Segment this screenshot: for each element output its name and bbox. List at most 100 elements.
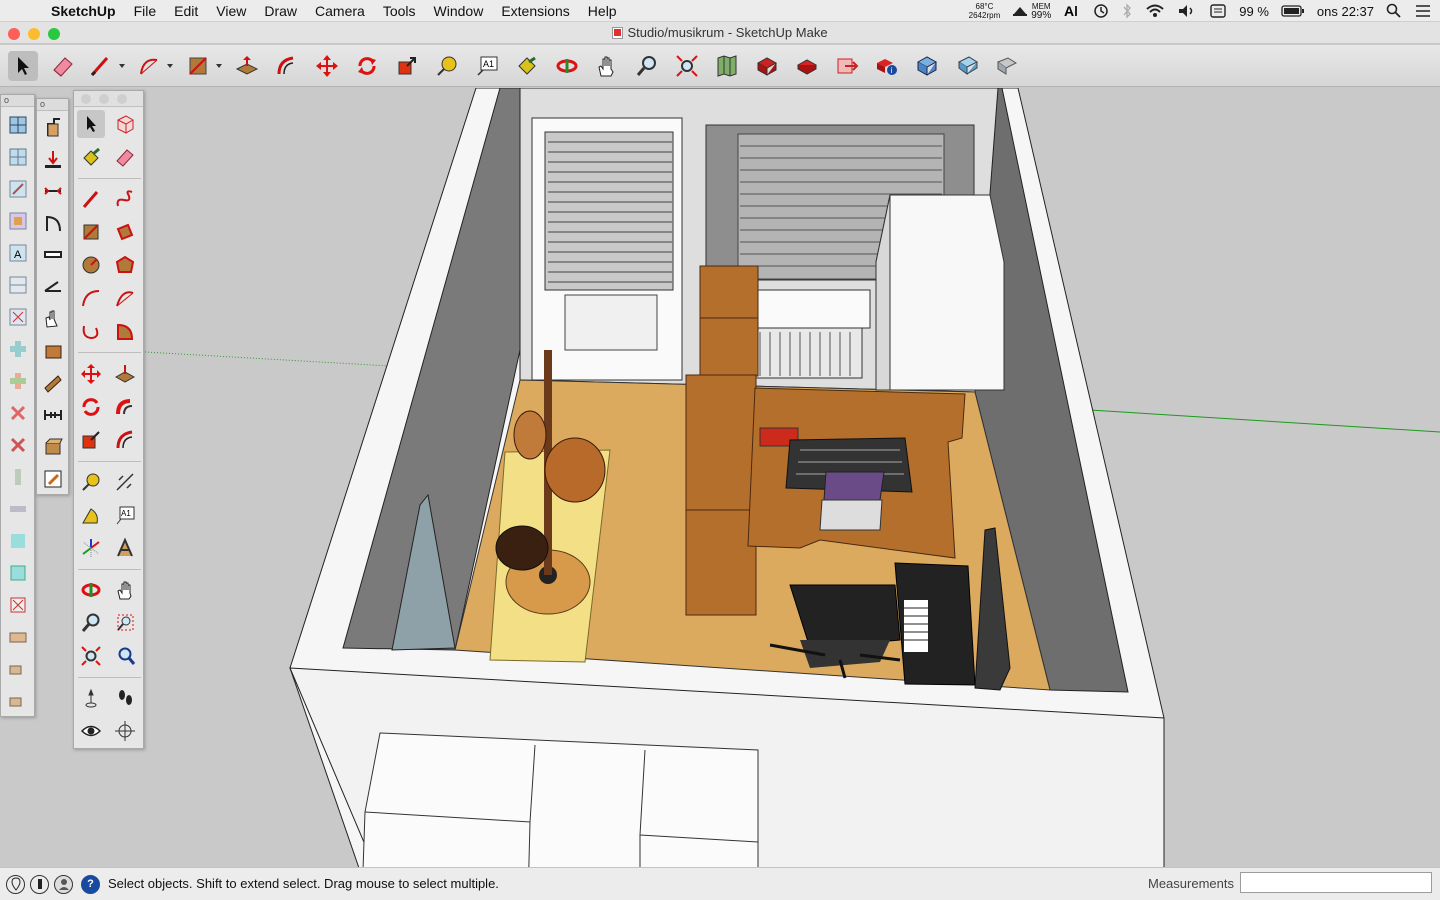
menu-help[interactable]: Help xyxy=(579,0,626,22)
palette-pan-button[interactable] xyxy=(111,576,139,604)
paint-bucket-tool-button[interactable] xyxy=(512,51,542,81)
offset-tool-button[interactable] xyxy=(272,51,302,81)
menu-extensions[interactable]: Extensions xyxy=(492,0,578,22)
eraser-tool-button[interactable] xyxy=(48,51,78,81)
palette-circle-button[interactable] xyxy=(77,251,105,279)
palette-dimension-button[interactable] xyxy=(111,468,139,496)
palette-arc-button[interactable] xyxy=(77,284,105,312)
share-model-tool-button[interactable] xyxy=(792,51,822,81)
palette-select-button[interactable] xyxy=(77,110,105,138)
solid-trim-button[interactable] xyxy=(4,399,32,427)
walk-button[interactable] xyxy=(39,337,67,365)
zoom-extents-tool-button[interactable] xyxy=(672,51,702,81)
palette-look-around-button[interactable] xyxy=(77,717,105,745)
dimension-button[interactable] xyxy=(39,177,67,205)
protractor-button[interactable] xyxy=(39,209,67,237)
palette-line-button[interactable] xyxy=(77,185,105,213)
section-button[interactable] xyxy=(39,273,67,301)
styles-tool-button[interactable] xyxy=(992,51,1022,81)
tape-measure-tool-button[interactable] xyxy=(432,51,462,81)
solid-union-button[interactable] xyxy=(4,335,32,363)
palette-handle[interactable]: o xyxy=(1,95,34,107)
back-view-button[interactable]: A xyxy=(4,239,32,267)
left-view-button[interactable] xyxy=(4,271,32,299)
palette-minimize-button[interactable] xyxy=(99,94,109,104)
menu-camera[interactable]: Camera xyxy=(306,0,374,22)
menu-view[interactable]: View xyxy=(207,0,255,22)
palette-handle-2[interactable]: o xyxy=(37,99,68,111)
rotate-tool-button[interactable] xyxy=(352,51,382,81)
spotlight-icon[interactable] xyxy=(1386,3,1402,19)
menu-draw[interactable]: Draw xyxy=(255,0,306,22)
palette-pie-button[interactable] xyxy=(111,317,139,345)
scale-dim-button[interactable] xyxy=(39,401,67,429)
palette-freehand-button[interactable] xyxy=(111,185,139,213)
solid-subtract-button[interactable] xyxy=(4,367,32,395)
notification-center-icon[interactable] xyxy=(1414,3,1432,19)
components-tool-button[interactable] xyxy=(952,51,982,81)
time-machine-icon[interactable] xyxy=(1093,3,1109,19)
memory-readout[interactable]: MEM 99% xyxy=(1012,2,1051,21)
follow-me-button[interactable] xyxy=(39,113,67,141)
select-tool-button[interactable] xyxy=(8,51,38,81)
zoom-tool-button[interactable] xyxy=(632,51,662,81)
palette-section-plane-button[interactable] xyxy=(111,717,139,745)
iso-view-button[interactable] xyxy=(4,111,32,139)
palette-make-component-button[interactable] xyxy=(111,110,139,138)
smoove-button[interactable] xyxy=(4,591,32,619)
scale-tool-button[interactable] xyxy=(392,51,422,81)
sandbox-from-contours-button[interactable] xyxy=(4,527,32,555)
palette-rectangle-button[interactable] xyxy=(77,218,105,246)
orbit-tool-button[interactable] xyxy=(552,51,582,81)
palette-polygon-button[interactable] xyxy=(111,251,139,279)
drawing-area[interactable] xyxy=(0,88,1440,867)
palette-previous-view-button[interactable] xyxy=(111,642,139,670)
palette-tape-measure-button[interactable] xyxy=(77,468,105,496)
outer-shell-button[interactable] xyxy=(4,463,32,491)
intersect-button[interactable] xyxy=(4,495,32,523)
palette-follow-me-button[interactable] xyxy=(111,393,139,421)
sign-in-icon[interactable] xyxy=(54,875,73,894)
zoom-window-button[interactable] xyxy=(48,28,60,40)
measurements-input[interactable] xyxy=(1240,872,1432,893)
3d-warehouse-tool-button[interactable] xyxy=(752,51,782,81)
palette-offset-button[interactable] xyxy=(111,426,139,454)
geo-location-icon[interactable] xyxy=(6,875,25,894)
close-window-button[interactable] xyxy=(8,28,20,40)
model-info-tool-button[interactable] xyxy=(912,51,942,81)
temperature-readout[interactable]: 68°C 2642rpm xyxy=(969,2,1001,20)
palette-2point-arc-button[interactable] xyxy=(111,284,139,312)
keyboard-viewer-icon[interactable] xyxy=(1209,3,1227,19)
palette-push-pull-button[interactable] xyxy=(111,360,139,388)
palette-walk-button[interactable] xyxy=(111,684,139,712)
sandbox-from-scratch-button[interactable] xyxy=(4,559,32,587)
bluetooth-icon[interactable] xyxy=(1121,3,1133,19)
edit-tool-button[interactable] xyxy=(39,465,67,493)
palette-paint-button[interactable] xyxy=(77,143,105,171)
wall-tool-button[interactable] xyxy=(39,369,67,397)
palette-zoom-extents-button[interactable] xyxy=(77,642,105,670)
menu-window[interactable]: Window xyxy=(425,0,493,22)
palette-axes-button[interactable] xyxy=(77,534,105,562)
palette-move-button[interactable] xyxy=(77,360,105,388)
arc-tool-button[interactable] xyxy=(136,51,176,81)
volume-icon[interactable] xyxy=(1177,3,1197,19)
drape-button[interactable] xyxy=(4,655,32,683)
push-pull-tool-button[interactable] xyxy=(232,51,262,81)
right-view-button[interactable] xyxy=(4,207,32,235)
input-source-icon[interactable]: A xyxy=(1063,3,1081,19)
front-view-button[interactable] xyxy=(4,175,32,203)
position-camera-button[interactable] xyxy=(39,145,67,173)
box-tool-button[interactable] xyxy=(39,433,67,461)
pan-tool-button[interactable] xyxy=(592,51,622,81)
menu-app-name[interactable]: SketchUp xyxy=(42,0,125,22)
add-detail-button[interactable] xyxy=(4,687,32,715)
clock[interactable]: ons 22:37 xyxy=(1317,4,1374,19)
palette-3point-arc-button[interactable] xyxy=(77,317,105,345)
solid-split-button[interactable] xyxy=(4,431,32,459)
palette-close-button[interactable] xyxy=(81,94,91,104)
layout-tool-button[interactable]: i xyxy=(872,51,902,81)
section-plane-button[interactable] xyxy=(4,303,32,331)
freehand-button[interactable] xyxy=(39,305,67,333)
wifi-icon[interactable] xyxy=(1145,3,1165,19)
